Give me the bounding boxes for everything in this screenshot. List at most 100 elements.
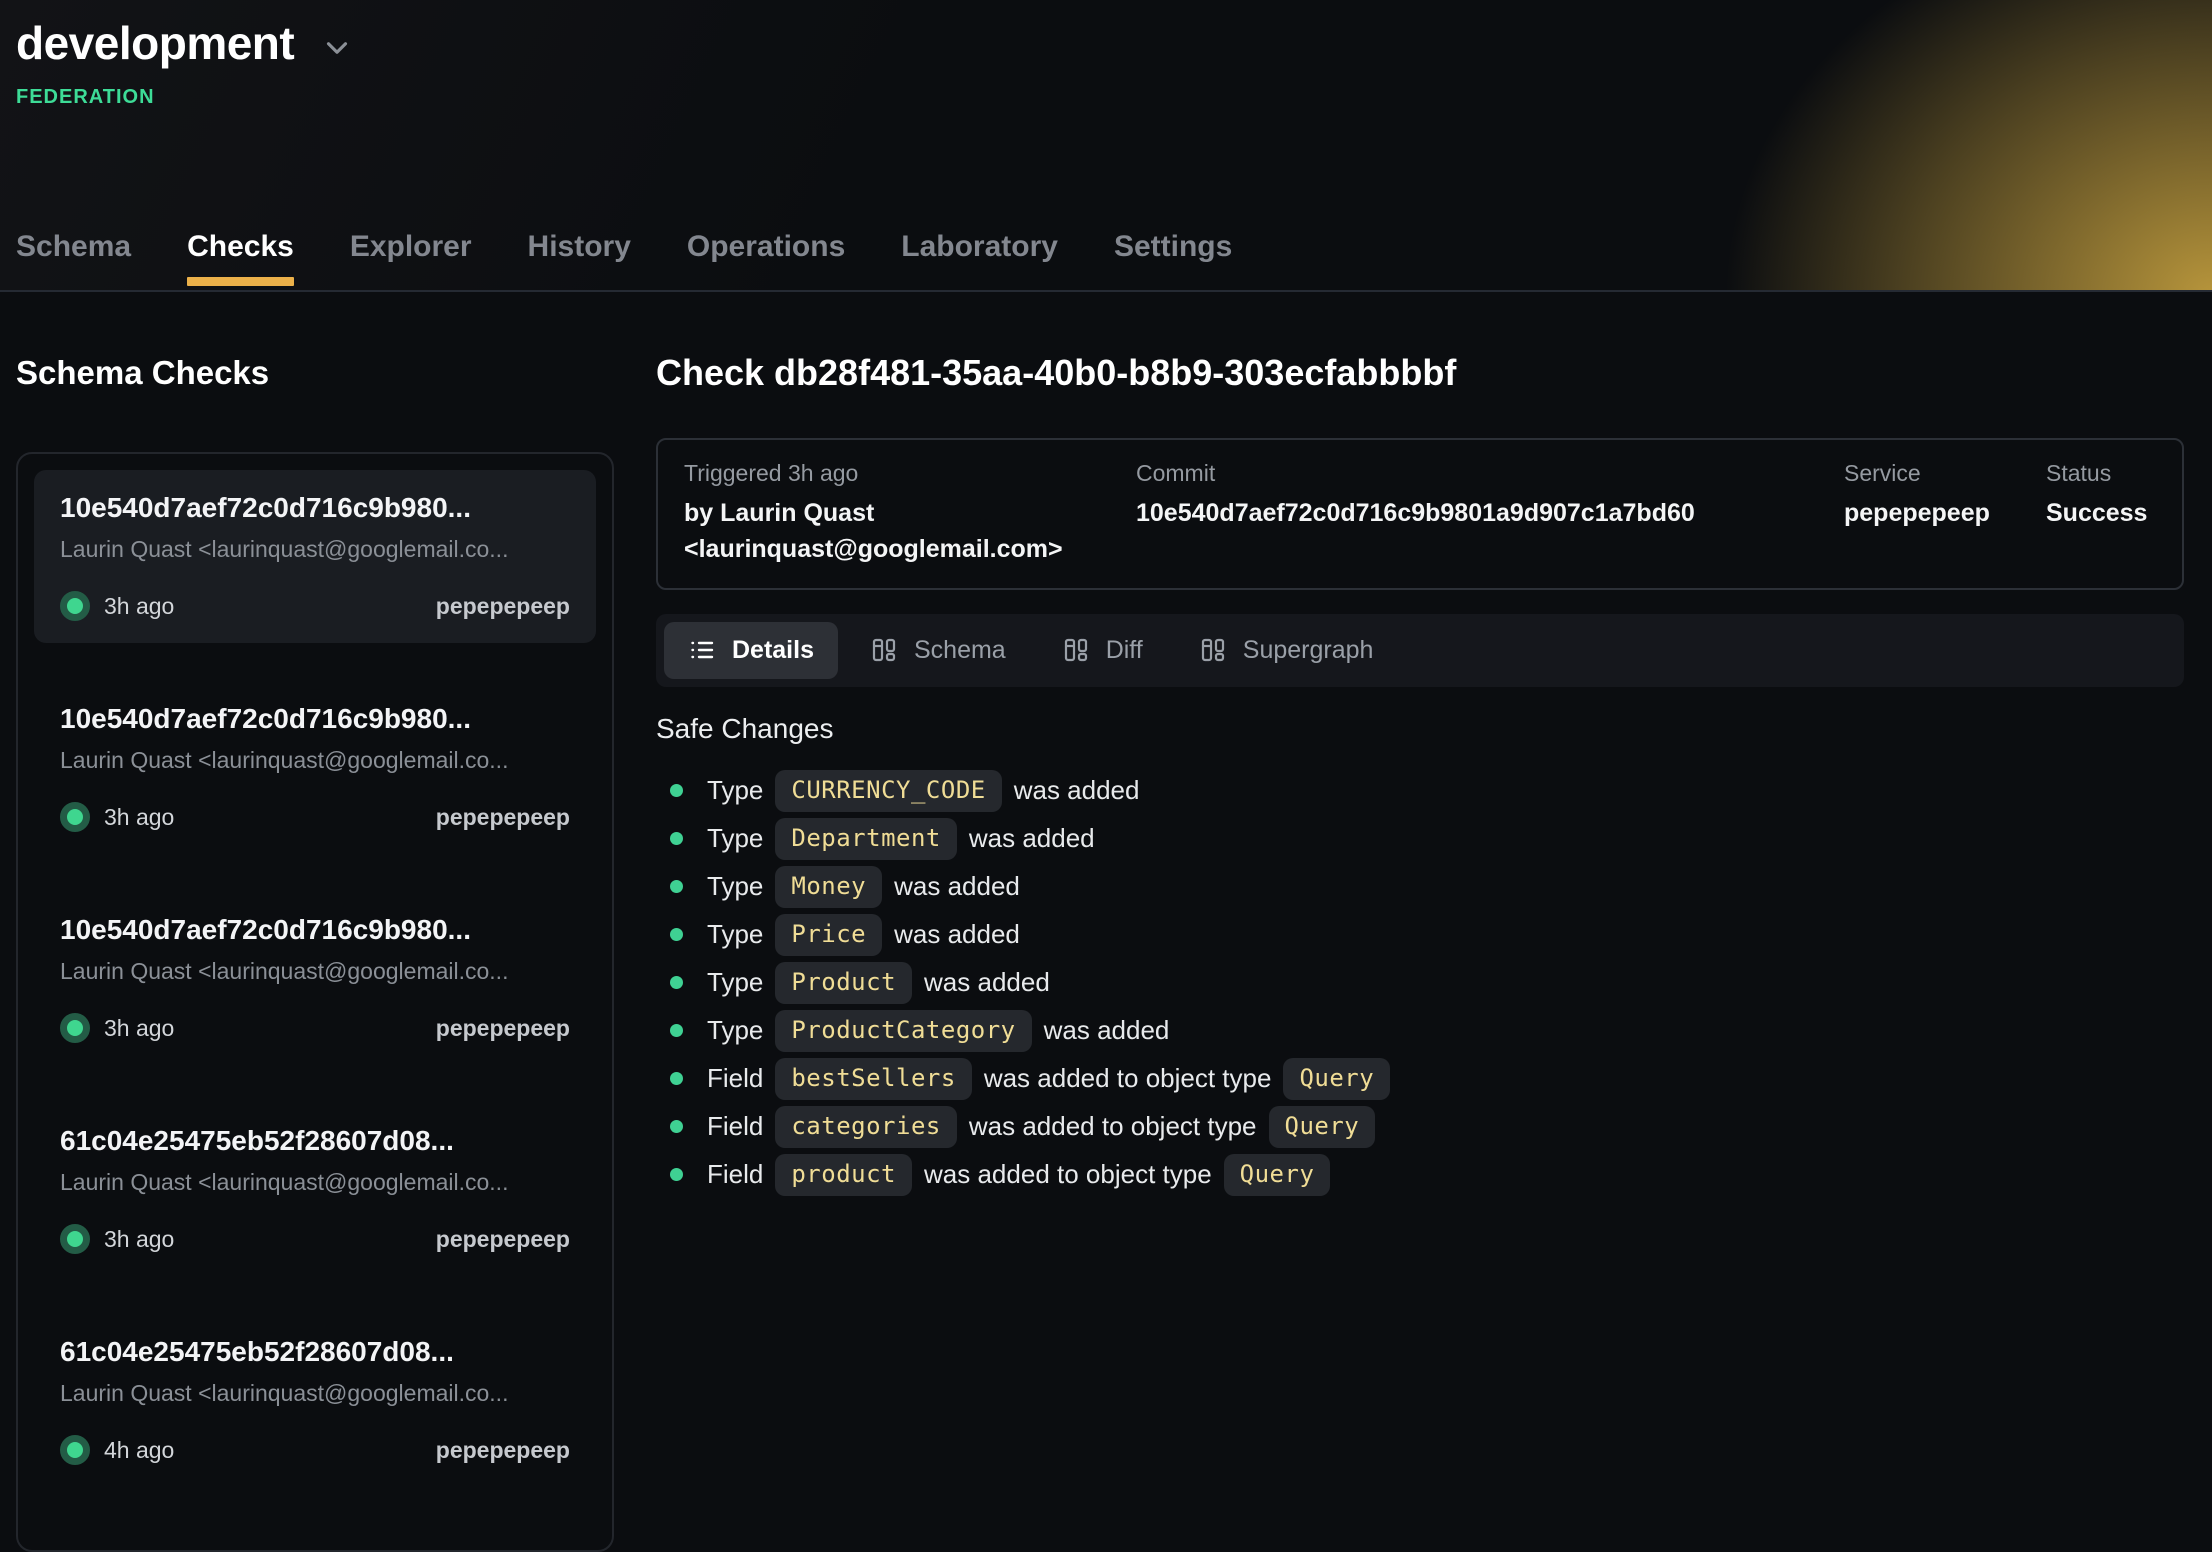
status-label: Status: [2046, 460, 2156, 487]
change-text: Type: [707, 775, 763, 806]
service-label: Service: [1844, 460, 2046, 487]
bullet-icon: [670, 1072, 683, 1085]
detail-tab-label: Supergraph: [1243, 636, 1374, 665]
change-row: Type Product was added: [656, 959, 2184, 1007]
change-row: FieldbestSellerswas added to object type…: [656, 1055, 2184, 1103]
primary-tabs: Schema Checks Explorer History Operations Lab…: [16, 230, 1232, 290]
check-detail-content: Check db28f481-35aa-40b0-b8b9-303ecfabbb…: [656, 292, 2184, 1199]
check-commit-title: 61c04e25475eb52f28607d08...: [60, 1336, 570, 1368]
schema-checks-sidebar: Schema Checks 10e540d7aef72c0d716c9b980.…: [16, 292, 614, 1552]
check-commit-title: 61c04e25475eb52f28607d08...: [60, 1125, 570, 1157]
check-author: Laurin Quast <laurinquast@googlemail.co.…: [60, 958, 570, 985]
code-chip: categories: [775, 1106, 957, 1148]
tab-history[interactable]: History: [528, 230, 631, 290]
code-chip: product: [775, 1154, 912, 1196]
change-text: Type: [707, 871, 763, 902]
check-list-item[interactable]: 10e540d7aef72c0d716c9b980...Laurin Quast…: [34, 470, 596, 643]
bullet-icon: [670, 1024, 683, 1037]
detail-tab-diff[interactable]: Diff: [1038, 622, 1167, 679]
tab-settings[interactable]: Settings: [1114, 230, 1232, 290]
change-text: was added: [894, 919, 1020, 950]
change-row: TypeDepartmentwas added: [656, 815, 2184, 863]
check-list-item[interactable]: 61c04e25475eb52f28607d08... Laurin Quast …: [34, 1103, 596, 1276]
check-commit-title: 10e540d7aef72c0d716c9b980...: [60, 492, 570, 524]
change-text: was added: [1014, 775, 1140, 806]
check-meta-row: 3h agopepepepeep: [60, 591, 570, 621]
bullet-icon: [670, 928, 683, 941]
checks-list: 10e540d7aef72c0d716c9b980... Laurin Quast…: [16, 452, 614, 1552]
check-list-item[interactable]: 61c04e25475eb52f28607d08... Laurin Quast …: [34, 1314, 596, 1487]
change-text: Field: [707, 1111, 763, 1142]
change-row: Field categories was added to object type Q…: [656, 1103, 2184, 1151]
bullet-icon: [670, 784, 683, 797]
tab-schema[interactable]: Schema: [16, 230, 131, 290]
list-icon: [688, 636, 716, 664]
target-title: development: [16, 16, 294, 70]
status-dot-icon: [60, 1013, 90, 1043]
page-header: development FEDERATION Schema Checks Explo…: [0, 0, 2212, 292]
tab-operations[interactable]: Operations: [687, 230, 845, 290]
change-text: was added: [1044, 1015, 1170, 1046]
detail-tab-label: Schema: [914, 636, 1006, 665]
bullet-icon: [670, 1120, 683, 1133]
change-row: Type Money was added: [656, 863, 2184, 911]
commit-value: 10e540d7aef72c0d716c9b9801a9d907c1a7bd60: [1136, 495, 1844, 531]
code-chip: ProductCategory: [775, 1010, 1031, 1052]
check-heading: Check db28f481-35aa-40b0-b8b9-303ecfabbb…: [656, 352, 2184, 394]
tab-checks[interactable]: Checks: [187, 230, 294, 290]
bullet-icon: [670, 832, 683, 845]
check-meta-row: 4h ago pepepepeep: [60, 1435, 570, 1465]
detail-tabs: Details Schema Diff Supergraph: [656, 614, 2184, 687]
check-time: 4h ago: [104, 1437, 174, 1464]
check-time: 3h ago: [104, 1015, 174, 1042]
status-value: Success: [2046, 495, 2156, 531]
check-service: pepepepeep: [436, 1226, 570, 1253]
change-text: was added to object type: [924, 1159, 1212, 1190]
check-commit-title: 10e540d7aef72c0d716c9b980...: [60, 914, 570, 946]
tab-explorer[interactable]: Explorer: [350, 230, 472, 290]
main-area: Schema Checks 10e540d7aef72c0d716c9b980.…: [0, 292, 2212, 1552]
columns-icon: [1199, 636, 1227, 664]
detail-tab-supergraph[interactable]: Supergraph: [1175, 622, 1398, 679]
check-summary-card: Triggered 3h ago by Laurin Quast <laurin…: [656, 438, 2184, 590]
commit-label: Commit: [1136, 460, 1844, 487]
change-row: Type Price was added: [656, 911, 2184, 959]
change-text: was added to object type: [984, 1063, 1272, 1094]
change-text: Type: [707, 919, 763, 950]
bullet-icon: [670, 880, 683, 893]
change-text: Type: [707, 1015, 763, 1046]
code-chip: bestSellers: [775, 1058, 971, 1100]
detail-tab-label: Details: [732, 636, 814, 665]
check-time: 3h ago: [104, 593, 174, 620]
code-chip: Query: [1269, 1106, 1376, 1148]
federation-badge: FEDERATION: [16, 86, 2212, 109]
check-author: Laurin Quast <laurinquast@googlemail.co.…: [60, 1380, 570, 1407]
check-service: pepepepeep: [436, 804, 570, 831]
change-row: TypeCURRENCY_CODEwas added: [656, 767, 2184, 815]
change-text: was added: [969, 823, 1095, 854]
check-list-item[interactable]: 10e540d7aef72c0d716c9b980... Laurin Quast…: [34, 892, 596, 1065]
change-text: Type: [707, 967, 763, 998]
check-meta-row: 3h agopepepepeep: [60, 1224, 570, 1254]
change-row: Type ProductCategory was added: [656, 1007, 2184, 1055]
triggered-email: <laurinquast@googlemail.com>: [684, 531, 1136, 567]
detail-tab-label: Diff: [1106, 636, 1143, 665]
safe-changes-heading: Safe Changes: [656, 713, 2184, 745]
change-text: Type: [707, 823, 763, 854]
check-author: Laurin Quast <laurinquast@googlemail.co.…: [60, 1169, 570, 1196]
bullet-icon: [670, 976, 683, 989]
check-service: pepepepeep: [436, 1437, 570, 1464]
detail-tab-schema[interactable]: Schema: [846, 622, 1030, 679]
change-text: was added: [924, 967, 1050, 998]
chevron-down-icon[interactable]: [320, 31, 354, 65]
check-commit-title: 10e540d7aef72c0d716c9b980...: [60, 703, 570, 735]
change-text: was added to object type: [969, 1111, 1257, 1142]
code-chip: Money: [775, 866, 882, 908]
check-list-item[interactable]: 10e540d7aef72c0d716c9b980...Laurin Quast…: [34, 681, 596, 854]
detail-tab-details[interactable]: Details: [664, 622, 838, 679]
change-text: was added: [894, 871, 1020, 902]
code-chip: Price: [775, 914, 882, 956]
code-chip: Product: [775, 962, 912, 1004]
tab-laboratory[interactable]: Laboratory: [901, 230, 1058, 290]
check-meta-row: 3h agopepepepeep: [60, 802, 570, 832]
